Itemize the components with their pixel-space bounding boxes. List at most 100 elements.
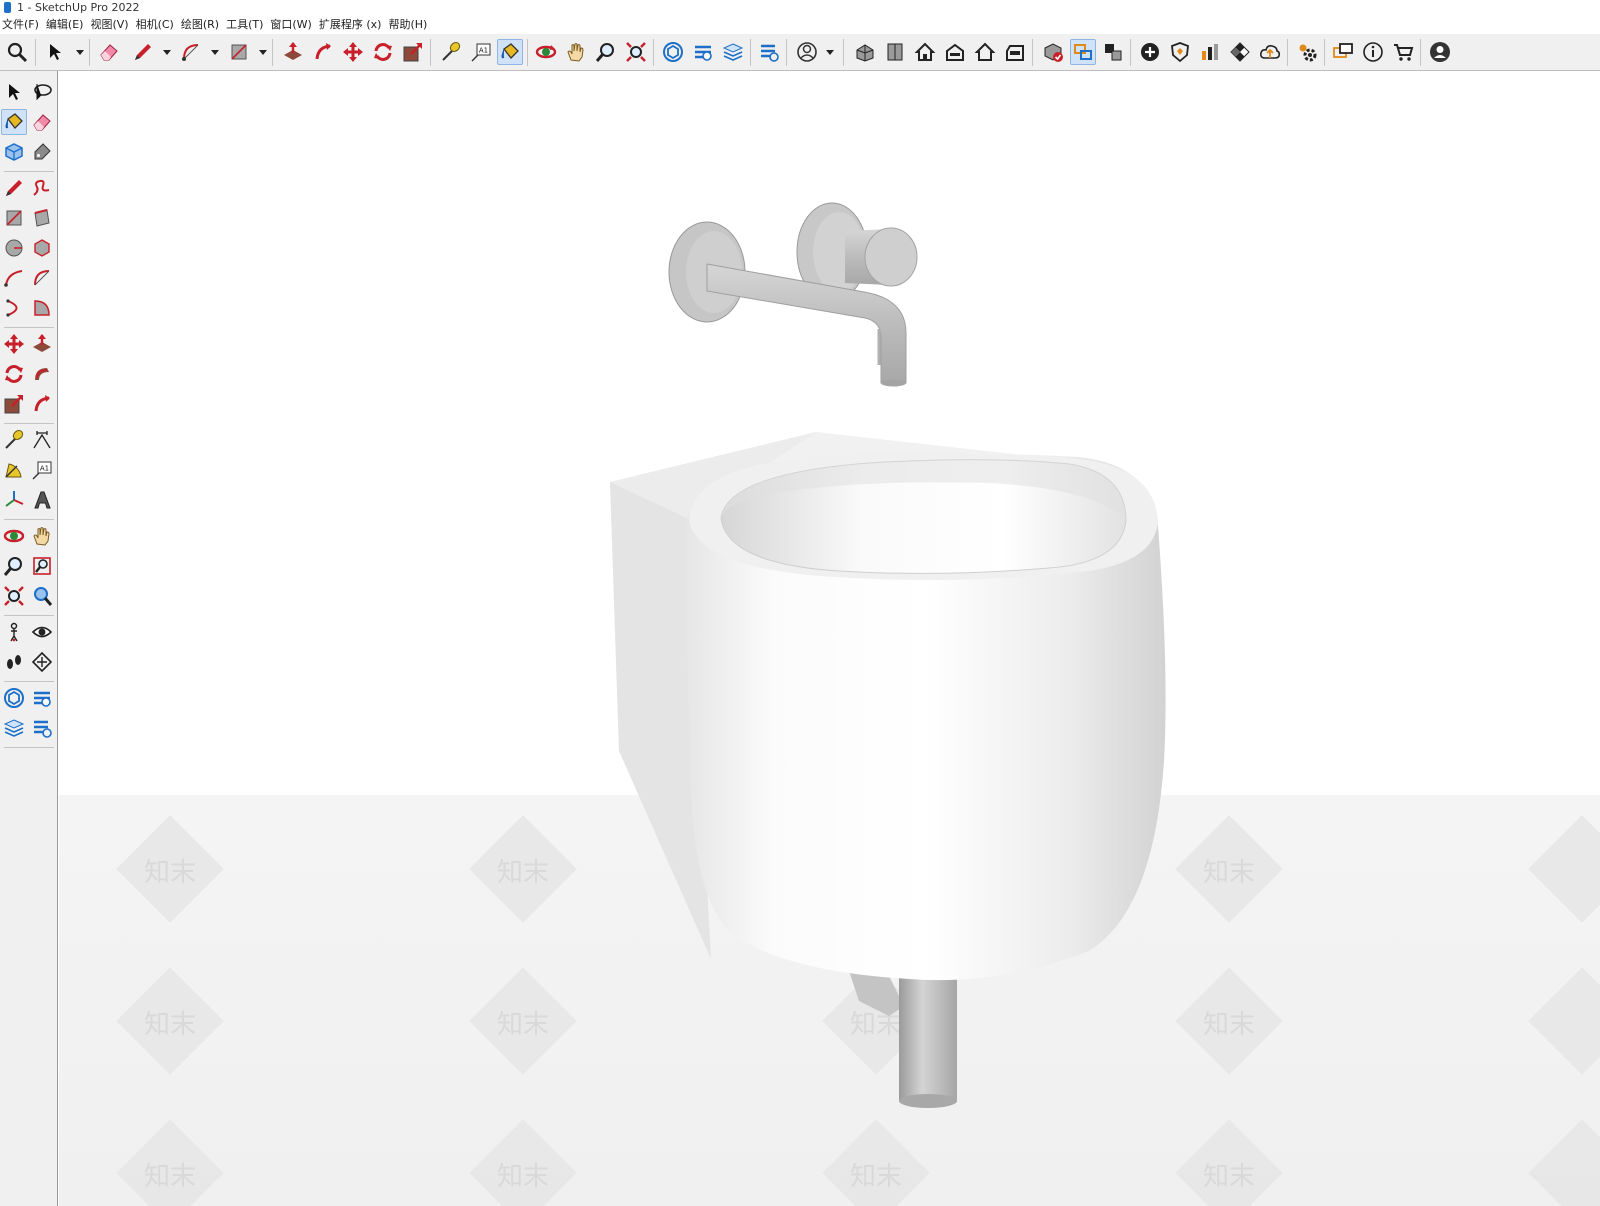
left-rotate-button[interactable]	[1, 361, 27, 387]
left-warehouse-button[interactable]	[1, 685, 27, 711]
menu-help[interactable]: 帮助(H)	[386, 16, 432, 34]
text-tool-button[interactable]: A1	[468, 39, 494, 65]
left-2pt-arc-button[interactable]	[29, 265, 55, 291]
left-scale-button[interactable]	[1, 391, 27, 417]
left-walk-button[interactable]	[1, 649, 27, 675]
left-make-component-button[interactable]	[1, 139, 27, 165]
cloud-upload-button[interactable]	[1257, 39, 1283, 65]
account-dropdown-icon[interactable]	[826, 50, 834, 55]
rectangle-tool-button[interactable]	[226, 39, 252, 65]
left-arc-button[interactable]	[1, 265, 27, 291]
menu-window[interactable]: 窗口(W)	[268, 16, 316, 34]
model-info-button[interactable]	[1360, 39, 1386, 65]
user-profile-button[interactable]	[1427, 39, 1453, 65]
left-previous-view-button[interactable]	[29, 583, 55, 609]
left-push-pull-button[interactable]	[29, 331, 55, 357]
arc-tool-button[interactable]	[178, 39, 204, 65]
eraser-button[interactable]	[96, 39, 122, 65]
left-rectangle-button[interactable]	[1, 205, 27, 231]
zoom-button[interactable]	[593, 39, 619, 65]
left-text-button[interactable]: A1	[29, 457, 55, 483]
scale-tool-button[interactable]	[400, 39, 426, 65]
layers-button[interactable]	[720, 39, 746, 65]
left-extension-warehouse-button[interactable]	[29, 685, 55, 711]
pan-button[interactable]	[563, 39, 589, 65]
outliner-button[interactable]	[1070, 39, 1096, 65]
menu-draw[interactable]: 绘图(R)	[179, 16, 224, 34]
arc-dropdown-icon[interactable]	[211, 50, 219, 55]
extension-manager-button[interactable]	[756, 39, 782, 65]
left-position-camera-button[interactable]	[1, 619, 27, 645]
materials-button[interactable]	[1227, 39, 1253, 65]
left-zoom-window-button[interactable]	[29, 553, 55, 579]
left-tag-button[interactable]	[29, 139, 55, 165]
search-button[interactable]	[4, 39, 30, 65]
select-tool-button[interactable]	[42, 39, 68, 65]
messages-button[interactable]	[1330, 39, 1356, 65]
scenes-button[interactable]	[1100, 39, 1126, 65]
left-line-button[interactable]	[1, 175, 27, 201]
left-lasso-button[interactable]	[29, 79, 55, 105]
left-section-plane-button[interactable]	[29, 649, 55, 675]
left-dimension-button[interactable]	[29, 427, 55, 453]
left-freehand-button[interactable]	[29, 175, 55, 201]
components-button[interactable]	[1040, 39, 1066, 65]
front-view-button[interactable]	[912, 39, 938, 65]
left-pie-button[interactable]	[29, 295, 55, 321]
left-zoom-button[interactable]	[1, 553, 27, 579]
left-protractor-button[interactable]	[1, 457, 27, 483]
left-look-around-button[interactable]	[29, 619, 55, 645]
rotate-tool-button[interactable]	[370, 39, 396, 65]
top-view-button[interactable]	[882, 39, 908, 65]
rectangle-dropdown-icon[interactable]	[259, 50, 267, 55]
orbit-button[interactable]	[533, 39, 559, 65]
menu-extensions[interactable]: 扩展程序 (x)	[317, 16, 387, 34]
menu-edit[interactable]: 编辑(E)	[44, 16, 89, 34]
zoom-extents-button[interactable]	[623, 39, 649, 65]
left-tape-measure-button[interactable]	[1, 427, 27, 453]
left-3d-text-button[interactable]	[29, 487, 55, 513]
left-3pt-arc-button[interactable]	[1, 295, 27, 321]
left-move-button[interactable]	[1, 331, 27, 357]
left-orbit-button[interactable]	[1, 523, 27, 549]
left-extension-manager-button[interactable]	[29, 715, 55, 741]
tape-measure-button[interactable]	[438, 39, 464, 65]
left-pan-button[interactable]	[29, 523, 55, 549]
washbasin-model[interactable]	[59, 71, 1600, 1206]
left-polygon-button[interactable]	[29, 235, 55, 261]
add-location-button[interactable]	[1137, 39, 1163, 65]
menu-tools[interactable]: 工具(T)	[224, 16, 268, 34]
menu-file[interactable]: 文件(F)	[0, 16, 44, 34]
follow-me-button[interactable]	[310, 39, 336, 65]
left-view-button[interactable]	[1002, 39, 1028, 65]
line-tool-button[interactable]	[130, 39, 156, 65]
left-axes-button[interactable]	[1, 487, 27, 513]
store-button[interactable]	[1390, 39, 1416, 65]
left-layers-button[interactable]	[1, 715, 27, 741]
preferences-button[interactable]	[1294, 39, 1320, 65]
left-follow-me-button[interactable]	[29, 361, 55, 387]
left-select-button[interactable]	[1, 79, 27, 105]
menu-camera[interactable]: 相机(C)	[134, 16, 179, 34]
line-dropdown-icon[interactable]	[163, 50, 171, 55]
select-dropdown-icon[interactable]	[76, 50, 84, 55]
solid-tools-button[interactable]	[1167, 39, 1193, 65]
extension-warehouse-button[interactable]	[690, 39, 716, 65]
move-tool-button[interactable]	[340, 39, 366, 65]
left-zoom-extents-button[interactable]	[1, 583, 27, 609]
back-view-button[interactable]	[972, 39, 998, 65]
style-builder-button[interactable]	[1197, 39, 1223, 65]
warehouse-button[interactable]	[660, 39, 686, 65]
push-pull-button[interactable]	[280, 39, 306, 65]
left-circle-button[interactable]	[1, 235, 27, 261]
left-paint-bucket-button[interactable]	[1, 109, 27, 135]
left-offset-button[interactable]	[29, 391, 55, 417]
left-rotated-rectangle-button[interactable]	[29, 205, 55, 231]
drawing-viewport[interactable]: 知末 知末 知末 知末 知末 知末 知末 知末 知末 知末 知末 知末	[59, 71, 1600, 1206]
right-view-button[interactable]	[942, 39, 968, 65]
iso-view-button[interactable]	[852, 39, 878, 65]
paint-bucket-button[interactable]	[497, 39, 523, 65]
account-button[interactable]	[794, 39, 820, 65]
menu-view[interactable]: 视图(V)	[88, 16, 133, 34]
left-eraser-button[interactable]	[29, 109, 55, 135]
